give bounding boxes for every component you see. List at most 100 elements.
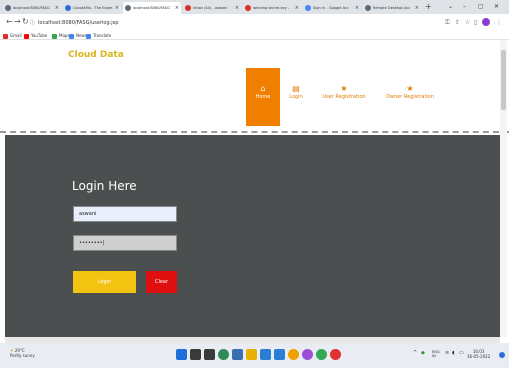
app-icon[interactable] xyxy=(288,349,299,360)
close-tab-icon[interactable]: × xyxy=(235,5,239,11)
nav-user-registration[interactable]: ★ User Registration xyxy=(318,68,370,126)
tab-favicon-icon xyxy=(365,5,371,11)
bookmark-icon xyxy=(52,33,57,39)
tab-title: Inbox (44) - aswani xyxy=(193,6,228,10)
browser-tab[interactable]: localhost:8080/FASG × xyxy=(3,2,61,14)
browser-tab[interactable]: Remote Desktop Acc × xyxy=(363,2,421,14)
back-icon[interactable]: ← xyxy=(6,17,13,27)
bookmark-icon xyxy=(86,33,91,39)
bookmark-icon xyxy=(24,33,29,39)
document-icon: ▤ xyxy=(292,84,300,93)
tab-search-button[interactable]: ⌄ xyxy=(448,2,453,12)
forward-icon[interactable]: → xyxy=(14,17,21,27)
notification-icon[interactable] xyxy=(499,352,505,358)
chrome-icon[interactable] xyxy=(218,349,229,360)
clock[interactable]: 16:03 16-05-2022 xyxy=(467,349,490,359)
mail-icon[interactable] xyxy=(274,349,285,360)
url-text: localhost:8080/FASG/userlog.jsp xyxy=(38,20,119,26)
tab-favicon-icon xyxy=(65,5,71,11)
windows-taskbar: ☀ 29°C Partly sunny ^ ◆ ENG IN ≋ ◖ ▭ 16:… xyxy=(0,343,509,368)
task-view-icon[interactable] xyxy=(204,349,215,360)
star-icon: ★ xyxy=(406,84,414,93)
bookmark-item[interactable]: Maps xyxy=(52,32,70,39)
wifi-icon[interactable]: ≋ xyxy=(445,350,449,356)
bookmark-item[interactable]: YouTube xyxy=(24,32,47,39)
close-tab-icon[interactable]: × xyxy=(55,5,59,11)
reload-icon[interactable]: ↻ xyxy=(22,17,29,27)
share-icon[interactable]: ⇪ xyxy=(455,18,460,28)
bookmarks-bar: Gmail YouTube Maps News Translate xyxy=(0,31,509,40)
nav-login[interactable]: ▤ Login xyxy=(284,68,308,126)
header-divider xyxy=(0,131,509,133)
close-tab-icon[interactable]: × xyxy=(295,5,299,11)
site-info-icon[interactable]: ⓘ xyxy=(30,20,35,26)
browser-tab[interactable]: Inbox (44) - aswani × xyxy=(183,2,241,14)
close-tab-icon[interactable]: × xyxy=(175,5,179,11)
browser-tab-strip: + ⌄ – ▢ ✕ localhost:8080/FASG × Cloud4Mo -… xyxy=(0,0,509,14)
tab-favicon-icon xyxy=(185,5,191,11)
tab-favicon-icon xyxy=(5,5,11,11)
login-section: Login Here aswani ••••••••| Login Clear xyxy=(5,135,506,337)
store-icon[interactable] xyxy=(260,349,271,360)
clear-button[interactable]: Clear xyxy=(146,271,177,293)
app-icon-3[interactable] xyxy=(330,349,341,360)
nav-login-label: Login xyxy=(289,94,303,100)
weather-widget[interactable]: ☀ 29°C Partly sunny xyxy=(10,348,35,358)
speaker-icon[interactable]: ◖ xyxy=(452,350,455,356)
tab-favicon-icon xyxy=(125,5,131,11)
vertical-scrollbar[interactable] xyxy=(500,40,507,337)
login-button[interactable]: Login xyxy=(73,271,136,293)
login-heading: Login Here xyxy=(72,179,137,193)
home-icon: ⌂ xyxy=(260,84,266,93)
tab-title: sending secret key - xyxy=(253,6,290,10)
password-input[interactable]: ••••••••| xyxy=(73,235,177,251)
profile-avatar[interactable] xyxy=(482,18,490,26)
site-title: Cloud Data xyxy=(68,50,124,60)
bookmark-label: Translate xyxy=(93,33,112,38)
close-tab-icon[interactable]: × xyxy=(115,5,119,11)
tab-title: localhost:8080/FASG xyxy=(133,6,170,10)
tab-title: localhost:8080/FASG xyxy=(13,6,50,10)
security-icon[interactable]: ◆ xyxy=(421,350,425,356)
file-explorer-icon[interactable] xyxy=(246,349,257,360)
start-icon[interactable] xyxy=(176,349,187,360)
battery-icon[interactable]: ▭ xyxy=(459,350,464,356)
browser-tab[interactable]: Cloud4Mo - The Exam × xyxy=(63,2,121,14)
close-window-button[interactable]: ✕ xyxy=(494,2,499,12)
bookmark-item[interactable]: News xyxy=(69,32,87,39)
nav-home[interactable]: ⌂ Home xyxy=(246,68,280,126)
side-panel-icon[interactable]: ▯ xyxy=(474,18,477,28)
chevron-up-icon[interactable]: ^ xyxy=(413,350,417,356)
app-icon-2[interactable] xyxy=(302,349,313,360)
bookmark-icon xyxy=(69,33,74,39)
bookmark-label: Maps xyxy=(59,33,70,38)
menu-icon[interactable]: ⋮ xyxy=(496,18,502,28)
settings-icon[interactable] xyxy=(232,349,243,360)
browser-tab[interactable]: sending secret key - × xyxy=(243,2,301,14)
username-input[interactable]: aswani xyxy=(73,206,177,222)
scrollbar-thumb[interactable] xyxy=(501,50,506,110)
browser-tab[interactable]: Sign in - Google Acc × xyxy=(303,2,361,14)
new-tab-button[interactable]: + xyxy=(425,2,432,12)
chrome-icon-2[interactable] xyxy=(316,349,327,360)
nav-owner-registration[interactable]: ★ Owner Registration xyxy=(382,68,438,126)
bookmark-icon xyxy=(3,33,8,39)
language-indicator[interactable]: ENG IN xyxy=(432,350,440,358)
minimize-button[interactable]: – xyxy=(463,2,466,12)
bookmark-star-icon[interactable]: ☆ xyxy=(465,18,470,28)
close-tab-icon[interactable]: × xyxy=(355,5,359,11)
bookmark-item[interactable]: Translate xyxy=(86,32,111,39)
nav-user-registration-label: User Registration xyxy=(322,94,366,100)
bookmark-label: Gmail xyxy=(10,33,22,38)
search-icon[interactable] xyxy=(190,349,201,360)
url-field[interactable]: ⓘ localhost:8080/FASG/userlog.jsp xyxy=(30,18,410,28)
browser-tab[interactable]: localhost:8080/FASG × xyxy=(123,2,181,14)
key-icon[interactable]: ⚿ xyxy=(445,18,450,28)
clock-date: 16-05-2022 xyxy=(467,354,491,359)
bookmark-item[interactable]: Gmail xyxy=(3,32,22,39)
nav-home-label: Home xyxy=(255,94,271,100)
tab-favicon-icon xyxy=(305,5,311,11)
maximize-button[interactable]: ▢ xyxy=(478,2,484,12)
close-tab-icon[interactable]: × xyxy=(415,5,419,11)
bookmark-label: YouTube xyxy=(31,33,48,38)
